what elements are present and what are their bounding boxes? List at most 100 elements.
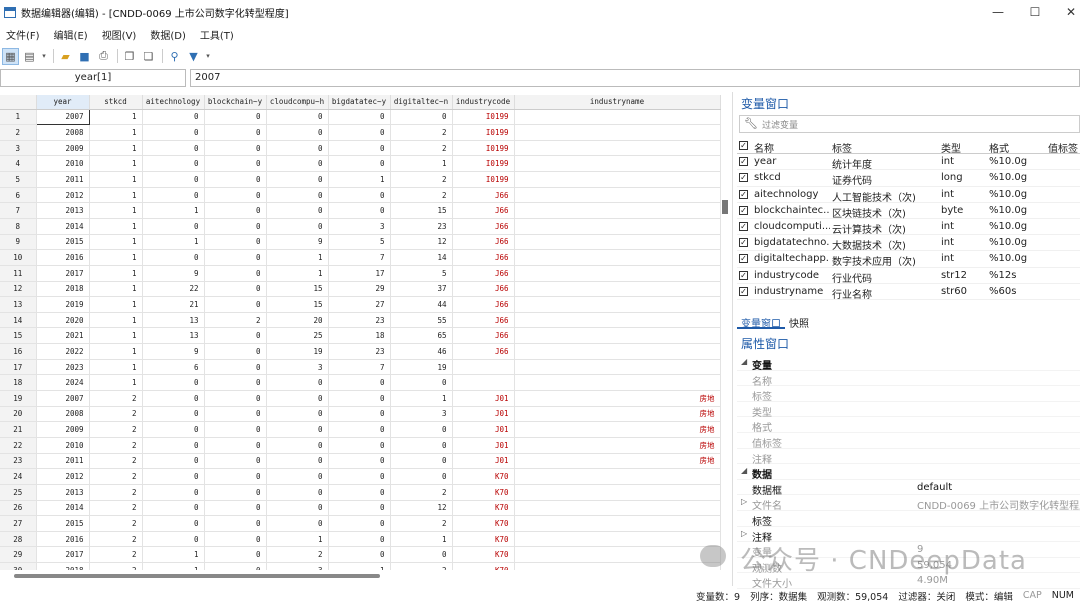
table-cell[interactable]: 3	[266, 562, 329, 570]
table-cell[interactable]: 20	[266, 312, 329, 329]
variable-row[interactable]: ✓ cloudcomputi... 云计算技术（次) int %10.0g	[737, 219, 1080, 236]
table-cell[interactable]: 2009	[36, 140, 90, 157]
data-grid[interactable]: year stkcd aitechnology blockchain~y clo…	[0, 95, 728, 570]
property-row[interactable]: 数据框 default	[737, 480, 1080, 497]
table-cell[interactable]: 2020	[36, 312, 90, 329]
table-cell[interactable]: J01	[452, 453, 515, 470]
table-cell[interactable]: 3	[266, 359, 329, 376]
table-cell[interactable]: 0	[204, 453, 267, 470]
table-cell[interactable]: 0	[204, 249, 267, 266]
table-cell[interactable]: 19	[390, 359, 453, 376]
column-header[interactable]: industrycode	[452, 95, 515, 110]
table-cell[interactable]: 0	[204, 421, 267, 438]
table-cell[interactable]	[514, 187, 721, 204]
variable-row[interactable]: ✓ industryname 行业名称 str60 %60s	[737, 284, 1080, 301]
table-cell[interactable]: 7	[328, 249, 391, 266]
menu-file[interactable]: 文件(F)	[6, 27, 40, 42]
variable-row[interactable]: ✓ bigdatatechno... 大数据技术（次) int %10.0g	[737, 235, 1080, 252]
table-cell[interactable]: 0	[204, 234, 267, 251]
table-cell[interactable]: 2016	[36, 249, 90, 266]
table-cell[interactable]: 0	[204, 140, 267, 157]
table-cell[interactable]	[514, 327, 721, 345]
table-row[interactable]: 4 2010 1 0 0 0 0 1 I0199	[0, 155, 721, 173]
table-cell[interactable]: 0	[328, 202, 391, 219]
table-cell[interactable]: 2	[89, 406, 143, 423]
table-cell[interactable]: J66	[452, 265, 515, 282]
table-cell[interactable]: 23	[390, 218, 453, 235]
table-cell[interactable]: 0	[142, 109, 205, 126]
header-name[interactable]: 名称	[754, 140, 774, 155]
menu-view[interactable]: 视图(V)	[102, 27, 137, 42]
table-cell[interactable]: J66	[452, 202, 515, 219]
paste-icon[interactable]: ❏	[140, 48, 157, 65]
table-cell[interactable]: 1	[89, 281, 143, 298]
table-cell[interactable]: 0	[328, 468, 391, 485]
table-row[interactable]: 23 2011 2 0 0 0 0 0 J01 房地	[0, 453, 721, 470]
table-cell[interactable]	[514, 515, 721, 532]
maximize-button[interactable]: ☐	[1017, 0, 1053, 24]
table-cell[interactable]: 1	[142, 546, 205, 564]
table-cell[interactable]: 2019	[36, 296, 90, 313]
cell-value-input[interactable]: 2007	[190, 69, 1080, 87]
table-cell[interactable]: I0199	[452, 171, 515, 188]
table-cell[interactable]: 0	[142, 453, 205, 470]
table-cell[interactable]: 2	[89, 421, 143, 438]
table-cell[interactable]: K70	[452, 484, 515, 501]
table-cell[interactable]: 2018	[36, 281, 90, 298]
table-cell[interactable]: 5	[328, 234, 391, 251]
table-cell[interactable]: 0	[328, 390, 391, 407]
table-cell[interactable]: 2016	[36, 531, 90, 548]
collapse-icon[interactable]: ◢	[741, 357, 747, 366]
variable-checkbox[interactable]: ✓	[739, 270, 748, 280]
table-cell[interactable]: 12	[390, 234, 453, 251]
copy-icon[interactable]: ❐	[121, 48, 138, 65]
table-cell[interactable]: 0	[142, 187, 205, 204]
property-row[interactable]: 标签	[737, 386, 1080, 403]
table-cell[interactable]: 0	[142, 484, 205, 501]
table-cell[interactable]: 1	[89, 312, 143, 329]
table-row[interactable]: 302018210312K70	[0, 562, 721, 570]
table-cell[interactable]: 0	[204, 155, 267, 173]
table-cell[interactable]: 0	[266, 468, 329, 485]
table-cell[interactable]	[514, 140, 721, 157]
table-cell[interactable]: 7	[328, 359, 391, 376]
table-cell[interactable]: 18	[328, 327, 391, 345]
table-cell[interactable]: 2	[390, 515, 453, 532]
table-cell[interactable]: 5	[390, 265, 453, 282]
table-cell[interactable]: 22	[142, 281, 205, 298]
print-icon[interactable]: ⎙	[95, 48, 112, 65]
table-cell[interactable]: 2	[89, 437, 143, 454]
table-cell[interactable]: 0	[142, 171, 205, 188]
table-cell[interactable]: 0	[142, 218, 205, 235]
table-cell[interactable]: 1	[142, 202, 205, 219]
table-cell[interactable]: 1	[89, 218, 143, 235]
table-cell[interactable]: 0	[266, 515, 329, 532]
table-cell[interactable]: 2	[89, 453, 143, 470]
table-cell[interactable]: 0	[266, 484, 329, 501]
table-cell[interactable]: 0	[266, 437, 329, 454]
table-cell[interactable]: 0	[328, 406, 391, 423]
table-cell[interactable]: 2011	[36, 171, 90, 188]
table-cell[interactable]	[514, 546, 721, 564]
table-cell[interactable]: 2017	[36, 265, 90, 282]
table-row[interactable]: 1 2007 1 0 0 0 0 0 I0199	[0, 108, 721, 126]
table-cell[interactable]: 0	[390, 468, 453, 485]
table-cell[interactable]: K70	[452, 500, 515, 517]
table-cell[interactable]: 2	[204, 312, 267, 329]
table-cell[interactable]: 0	[142, 515, 205, 532]
table-cell[interactable]	[514, 234, 721, 251]
table-row[interactable]: 26 2014 2 0 0 0 0 12 K70	[0, 500, 721, 517]
table-cell[interactable]: J66	[452, 218, 515, 235]
table-cell[interactable]: 0	[142, 437, 205, 454]
table-cell[interactable]: 2015	[36, 515, 90, 532]
property-row[interactable]: 名称	[737, 371, 1080, 388]
table-row[interactable]: 24 2012 2 0 0 0 0 0 K70	[0, 468, 721, 485]
table-cell[interactable]: K70	[452, 515, 515, 532]
property-section[interactable]: ◢ 变量	[737, 355, 1080, 372]
horizontal-scrollbar[interactable]	[14, 574, 380, 578]
table-cell[interactable]: 0	[390, 374, 453, 392]
table-row[interactable]: 11 2017 1 9 0 1 17 5 J66	[0, 265, 721, 282]
table-cell[interactable]: 1	[390, 155, 453, 173]
table-cell[interactable]: 2	[390, 484, 453, 501]
table-cell[interactable]: 2018	[36, 562, 90, 570]
